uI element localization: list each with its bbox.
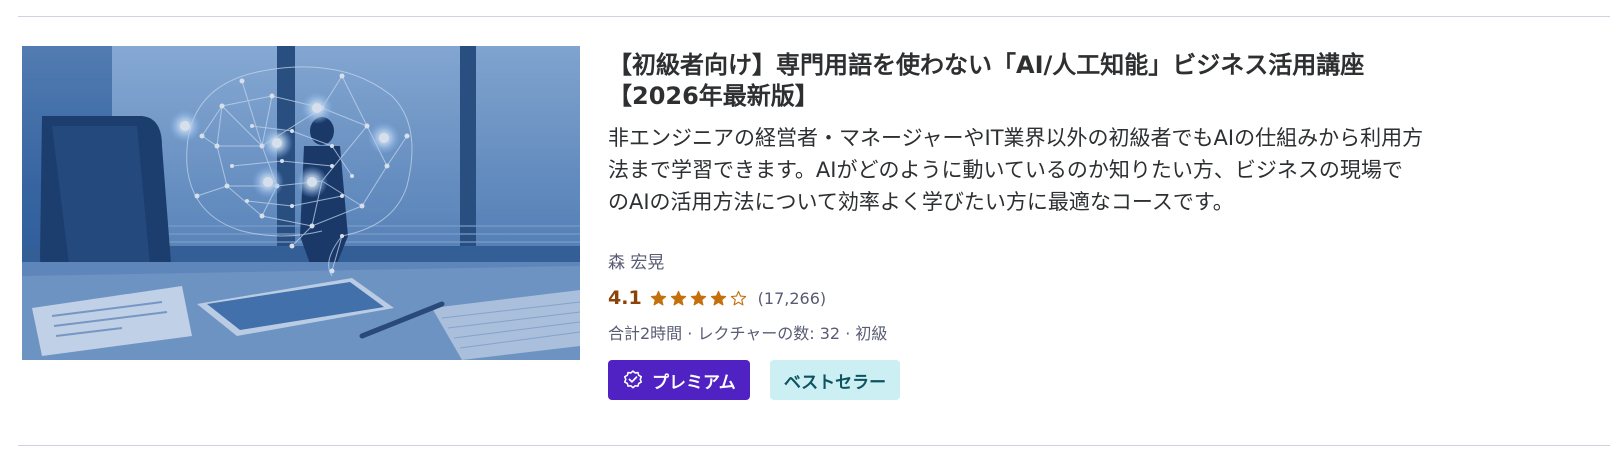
- divider-top: [18, 16, 1610, 17]
- course-title-line2[interactable]: 【2026年最新版】: [608, 82, 819, 110]
- description-line: 法まで学習できます。AIがどのように動いているのか知りたい方、ビジネスの現場で: [608, 158, 1403, 182]
- star-icon: [710, 290, 726, 305]
- instructor-name: 森 宏晃: [608, 253, 665, 273]
- divider-bottom: [18, 445, 1610, 446]
- premium-verified-icon: [623, 370, 643, 389]
- course-thumbnail[interactable]: [22, 46, 580, 360]
- course-title-line1[interactable]: 【初級者向け】専門用語を使わない「AI/人工知能」ビジネス活用講座: [608, 51, 1364, 79]
- premium-badge: プレミアム: [608, 360, 750, 400]
- badges: プレミアム ベストセラー: [608, 360, 901, 400]
- course-card[interactable]: 【初級者向け】専門用語を使わない「AI/人工知能」ビジネス活用講座 【2026年…: [22, 46, 1610, 426]
- rating-count: (17,266): [757, 288, 827, 308]
- course-title[interactable]: 【初級者向け】専門用語を使わない「AI/人工知能」ビジネス活用講座 【2026年…: [608, 50, 1568, 112]
- rating-value: 4.1: [608, 287, 642, 309]
- description-line: 非エンジニアの経営者・マネージャーやIT業界以外の初級者でもAIの仕組みから利用…: [608, 126, 1424, 150]
- premium-badge-label: プレミアム: [652, 372, 736, 393]
- star-icon: [650, 290, 666, 305]
- bestseller-badge: ベストセラー: [769, 360, 901, 400]
- description-line: のAIの活用方法について効率よく学びたい方に最適なコースです。: [608, 190, 1234, 214]
- star-icon: [730, 290, 746, 305]
- rating-stars: [650, 290, 750, 307]
- course-description: 非エンジニアの経営者・マネージャーやIT業界以外の初級者でもAIの仕組みから利用…: [608, 122, 1578, 218]
- course-meta: 合計2時間 · レクチャーの数: 32 · 初級: [608, 324, 888, 343]
- ai-brain-illustration: [22, 46, 580, 360]
- star-icon: [690, 290, 706, 305]
- rating-row: 4.1 (17,266): [608, 286, 826, 310]
- star-icon: [670, 290, 686, 305]
